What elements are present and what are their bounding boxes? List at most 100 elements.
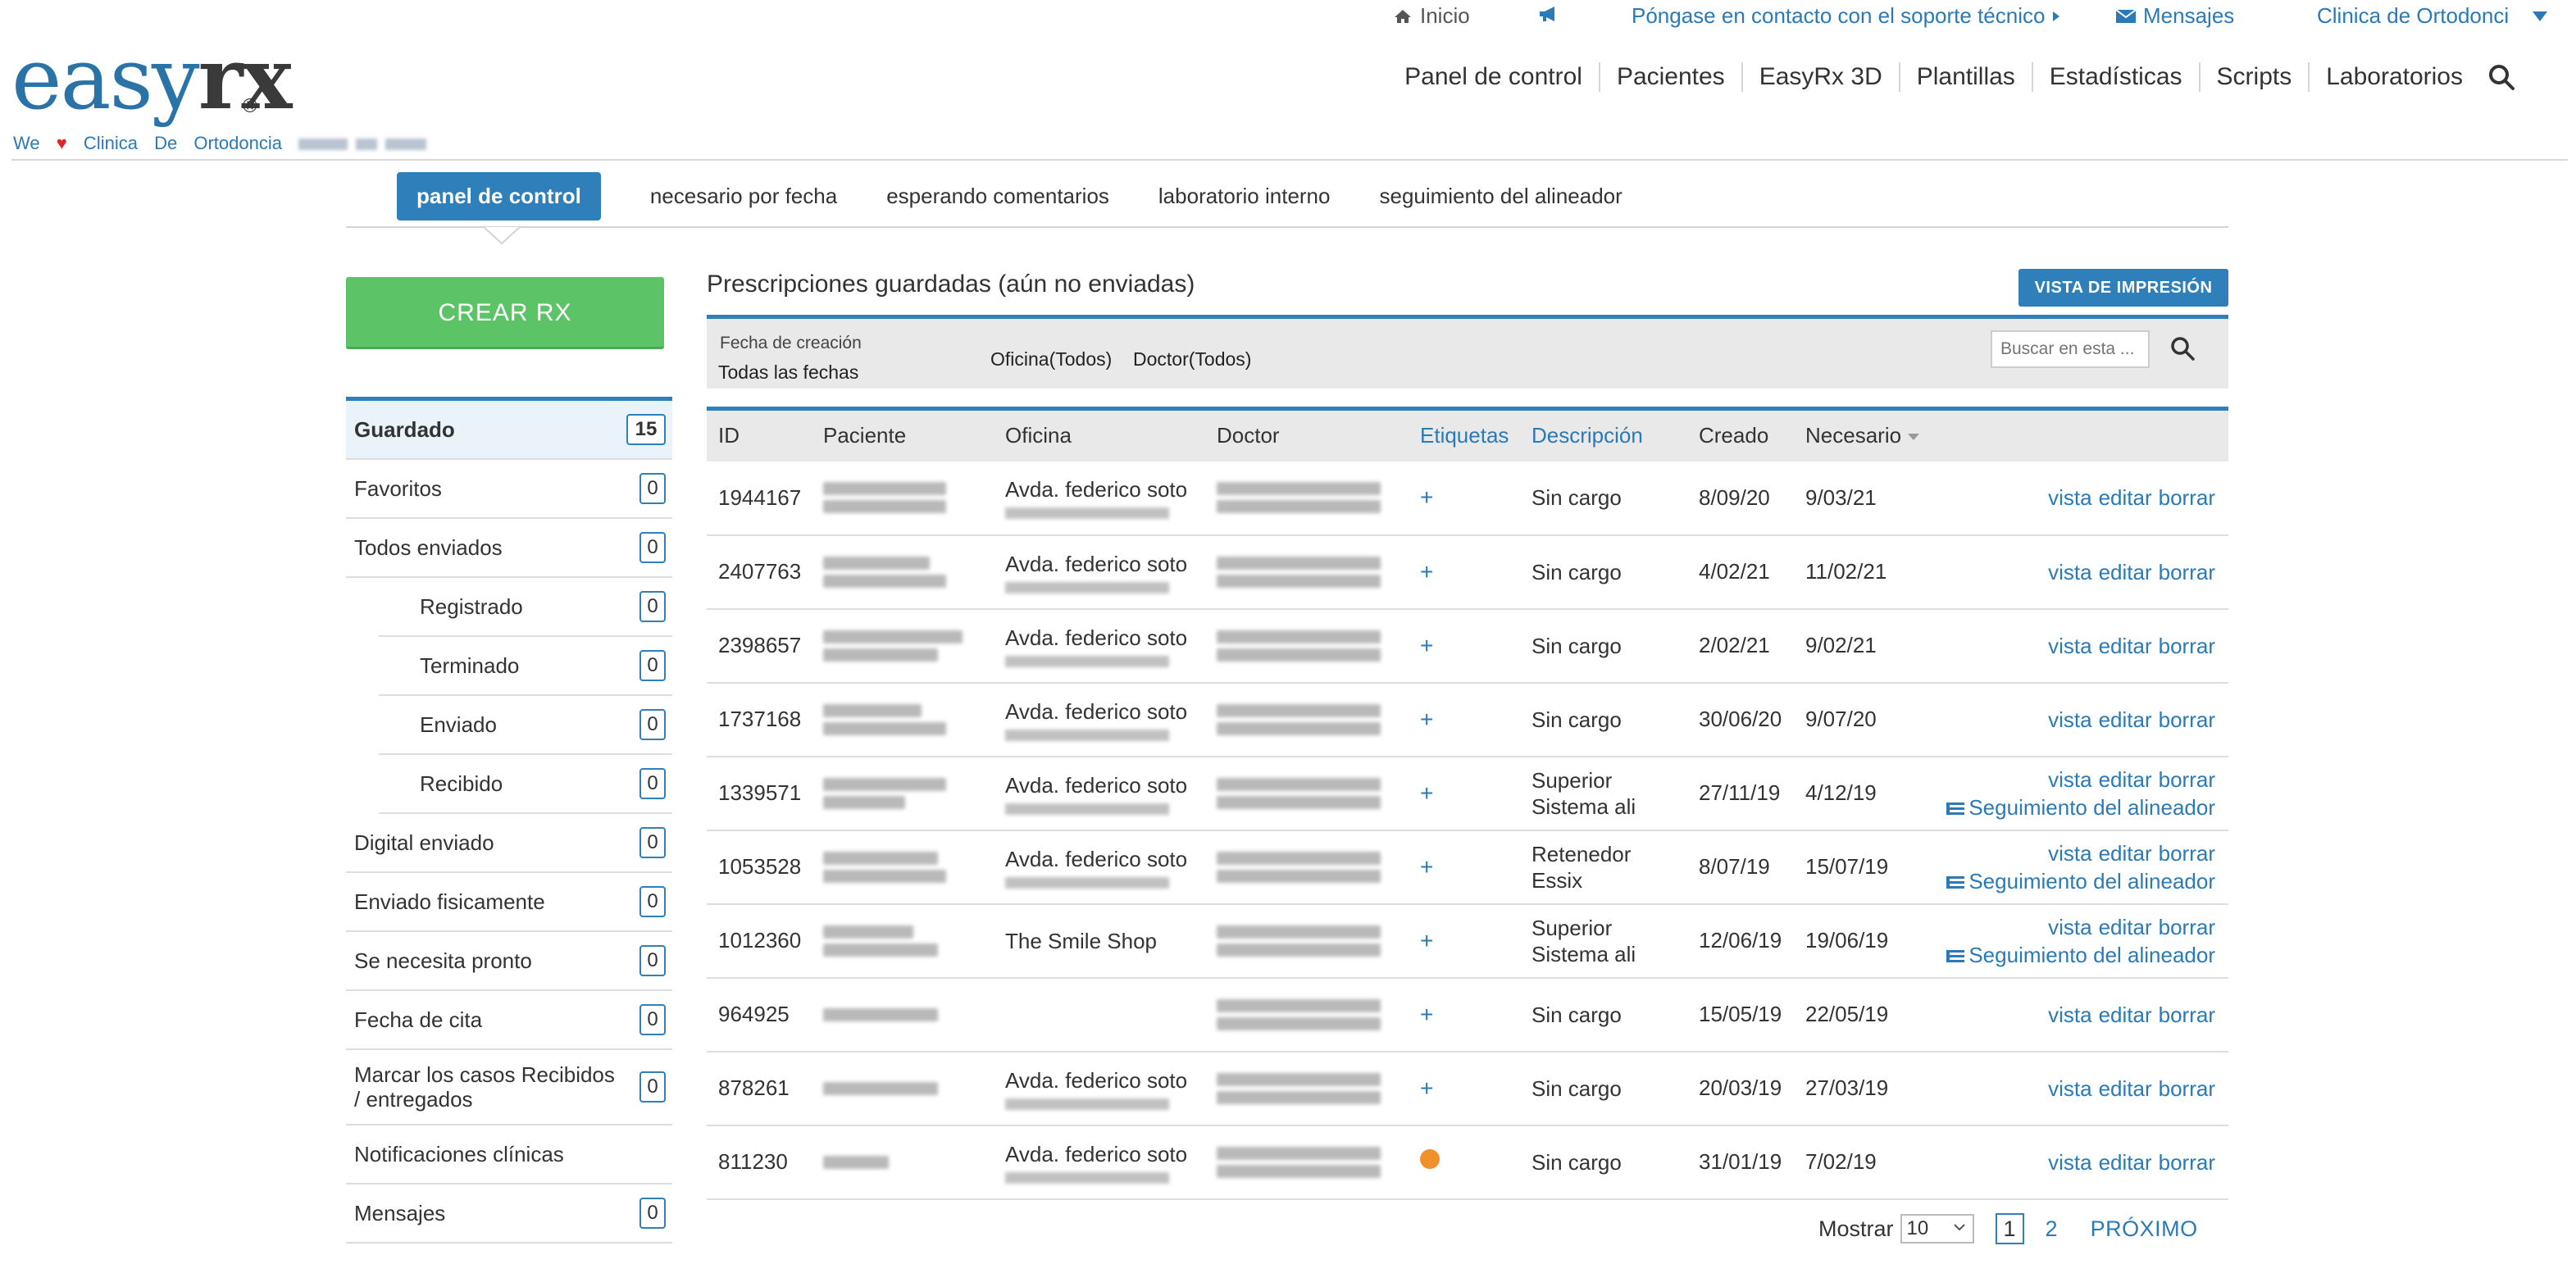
easyrx-logo[interactable]: easyrx ® <box>11 36 292 122</box>
col-paciente[interactable]: Paciente <box>812 409 994 461</box>
delete-link[interactable]: borrar <box>2159 634 2215 658</box>
view-link[interactable]: vista <box>2048 1150 2091 1175</box>
delete-link[interactable]: borrar <box>2159 1150 2215 1175</box>
delete-link[interactable]: borrar <box>2159 707 2215 732</box>
aligner-tracking-link[interactable]: Seguimiento del alineador <box>1946 869 2215 893</box>
announcements-button[interactable] <box>1538 3 1561 29</box>
sidebar-item-notificaciones-clinicas[interactable]: Notificaciones clínicas <box>346 1125 672 1184</box>
nav-panel-de-control[interactable]: Panel de control <box>1388 62 1600 92</box>
sidebar-item-todos-enviados[interactable]: Todos enviados 0 <box>346 519 672 578</box>
edit-link[interactable]: editar <box>2099 560 2152 584</box>
home-link[interactable]: Inicio <box>1394 3 1470 29</box>
tab-esperando-comentarios[interactable]: esperando comentarios <box>886 184 1109 209</box>
add-tag-button[interactable]: + <box>1420 707 1433 732</box>
view-link[interactable]: vista <box>2048 634 2091 658</box>
aligner-tracking-link[interactable]: Seguimiento del alineador <box>1946 943 2215 967</box>
tag-dot[interactable] <box>1420 1149 1440 1169</box>
search-icon[interactable] <box>2169 335 2196 361</box>
sidebar-item-guardado[interactable]: Guardado 15 <box>346 401 672 460</box>
edit-link[interactable]: editar <box>2099 1076 2152 1101</box>
nav-laboratorios[interactable]: Laboratorios <box>2310 62 2479 92</box>
view-link[interactable]: vista <box>2048 841 2091 866</box>
add-tag-button[interactable]: + <box>1420 559 1433 584</box>
edit-link[interactable]: editar <box>2099 485 2152 510</box>
page-2[interactable]: 2 <box>2046 1216 2058 1242</box>
tab-panel-de-control[interactable]: panel de control <box>397 172 601 221</box>
cell-patient[interactable] <box>812 978 994 1052</box>
delete-link[interactable]: borrar <box>2159 915 2215 939</box>
edit-link[interactable]: editar <box>2099 915 2152 939</box>
nav-estadisticas[interactable]: Estadísticas <box>2033 62 2201 92</box>
office-filter[interactable]: Oficina(Todos) <box>990 348 1112 371</box>
sidebar-item-marcar-recibidos[interactable]: Marcar los casos Recibidos / entregados 0 <box>346 1050 672 1125</box>
delete-link[interactable]: borrar <box>2159 767 2215 792</box>
tab-laboratorio-interno[interactable]: laboratorio interno <box>1158 184 1331 209</box>
nav-easyrx-3d[interactable]: EasyRx 3D <box>1743 62 1900 92</box>
sidebar-item-mensajes[interactable]: Mensajes 0 <box>346 1184 672 1244</box>
delete-link[interactable]: borrar <box>2159 841 2215 866</box>
view-link[interactable]: vista <box>2048 707 2091 732</box>
add-tag-button[interactable]: + <box>1420 780 1433 806</box>
view-link[interactable]: vista <box>2048 915 2091 939</box>
cell-patient[interactable] <box>812 904 994 978</box>
edit-link[interactable]: editar <box>2099 634 2152 658</box>
clinic-dropdown[interactable]: Clinica de Ortodonci <box>2317 3 2549 29</box>
messages-link[interactable]: Mensajes <box>2115 3 2234 29</box>
create-rx-button[interactable]: CREAR RX <box>346 277 664 349</box>
cell-patient[interactable] <box>812 461 994 535</box>
edit-link[interactable]: editar <box>2099 707 2152 732</box>
delete-link[interactable]: borrar <box>2159 1076 2215 1101</box>
nav-scripts[interactable]: Scripts <box>2201 62 2310 92</box>
support-link[interactable]: Póngase en contacto con el soporte técni… <box>1632 3 2061 29</box>
sidebar-item-enviado-fisicamente[interactable]: Enviado fisicamente 0 <box>346 873 672 932</box>
delete-link[interactable]: borrar <box>2159 560 2215 584</box>
cell-patient[interactable] <box>812 757 994 830</box>
sidebar-item-digital-enviado[interactable]: Digital enviado 0 <box>346 814 672 873</box>
edit-link[interactable]: editar <box>2099 841 2152 866</box>
cell-patient[interactable] <box>812 609 994 683</box>
col-oficina[interactable]: Oficina <box>994 409 1205 461</box>
tab-seguimiento-del-alineador[interactable]: seguimiento del alineador <box>1379 184 1622 209</box>
sidebar-item-registrado[interactable]: Registrado 0 <box>379 578 672 637</box>
add-tag-button[interactable]: + <box>1420 854 1433 880</box>
col-etiquetas[interactable]: Etiquetas <box>1409 409 1520 461</box>
doctor-filter[interactable]: Doctor(Todos) <box>1133 348 1251 371</box>
page-size-select[interactable]: 10 <box>1900 1214 1974 1244</box>
sidebar-item-terminado[interactable]: Terminado 0 <box>379 637 672 696</box>
add-tag-button[interactable]: + <box>1420 1075 1433 1101</box>
edit-link[interactable]: editar <box>2099 1150 2152 1175</box>
print-view-button[interactable]: VISTA DE IMPRESIÓN <box>2018 269 2228 307</box>
cell-patient[interactable] <box>812 1125 994 1199</box>
sidebar-item-favoritos[interactable]: Favoritos 0 <box>346 460 672 519</box>
sidebar-item-fecha-de-cita[interactable]: Fecha de cita 0 <box>346 991 672 1050</box>
view-link[interactable]: vista <box>2048 485 2091 510</box>
cell-patient[interactable] <box>812 830 994 904</box>
view-link[interactable]: vista <box>2048 767 2091 792</box>
view-link[interactable]: vista <box>2048 560 2091 584</box>
col-descripcion[interactable]: Descripción <box>1520 409 1687 461</box>
sidebar-item-se-necesita-pronto[interactable]: Se necesita pronto 0 <box>346 932 672 991</box>
cell-patient[interactable] <box>812 683 994 757</box>
nav-pacientes[interactable]: Pacientes <box>1600 62 1743 92</box>
col-creado[interactable]: Creado <box>1687 409 1794 461</box>
col-id[interactable]: ID <box>707 409 812 461</box>
col-doctor[interactable]: Doctor <box>1205 409 1409 461</box>
view-link[interactable]: vista <box>2048 1076 2091 1101</box>
add-tag-button[interactable]: + <box>1420 1002 1433 1027</box>
date-filter[interactable]: Todas las fechas <box>718 361 858 384</box>
delete-link[interactable]: borrar <box>2159 485 2215 510</box>
tab-necesario-por-fecha[interactable]: necesario por fecha <box>650 184 837 209</box>
edit-link[interactable]: editar <box>2099 767 2152 792</box>
sidebar-item-enviado[interactable]: Enviado 0 <box>379 696 672 755</box>
edit-link[interactable]: editar <box>2099 1003 2152 1027</box>
add-tag-button[interactable]: + <box>1420 484 1433 510</box>
col-necesario[interactable]: Necesario <box>1794 409 1925 461</box>
aligner-tracking-link[interactable]: Seguimiento del alineador <box>1946 795 2215 820</box>
search-icon[interactable] <box>2487 63 2515 91</box>
search-input[interactable] <box>1991 330 2150 368</box>
page-1[interactable]: 1 <box>1995 1213 2024 1244</box>
next-page-button[interactable]: PRÓXIMO <box>2091 1216 2198 1242</box>
delete-link[interactable]: borrar <box>2159 1003 2215 1027</box>
nav-plantillas[interactable]: Plantillas <box>1900 62 2033 92</box>
cell-patient[interactable] <box>812 1052 994 1125</box>
